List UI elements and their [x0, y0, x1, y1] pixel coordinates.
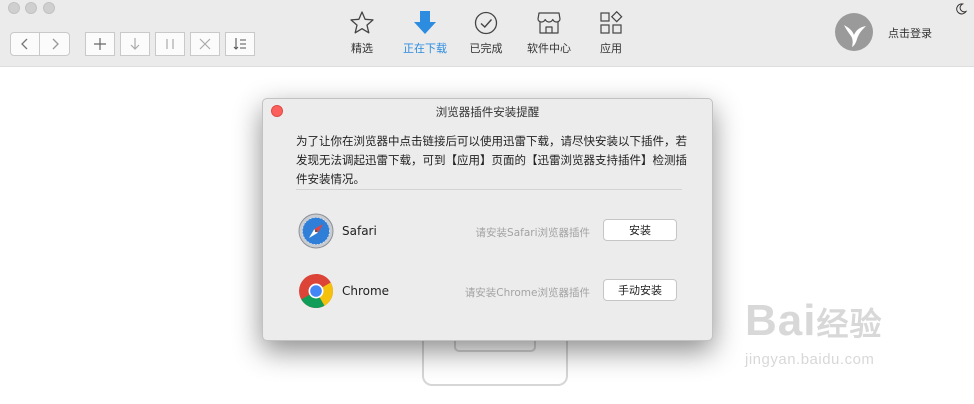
- manual-install-chrome-button[interactable]: 手动安装: [603, 279, 677, 301]
- watermark-latin: Bai: [745, 296, 817, 345]
- arrow-down-icon: [130, 38, 140, 50]
- dialog-title: 浏览器插件安装提醒: [435, 105, 540, 119]
- plus-icon: [94, 38, 106, 50]
- close-icon: [199, 38, 211, 50]
- plugin-install-dialog: 浏览器插件安装提醒 为了让你在浏览器中点击链接后可以使用迅雷下载，请尽快安装以下…: [262, 98, 713, 341]
- tab-downloading-label: 正在下载: [403, 42, 447, 55]
- chrome-icon: [299, 274, 333, 308]
- tab-completed[interactable]: 已完成: [454, 10, 518, 60]
- tab-apps[interactable]: 应用: [579, 10, 643, 60]
- tab-featured[interactable]: 精选: [330, 10, 394, 60]
- tab-downloading[interactable]: 正在下载: [393, 10, 457, 60]
- watermark: Bai经验 jingyan.baidu.com: [745, 298, 945, 388]
- apps-grid-icon: [600, 10, 623, 34]
- download-arrow-icon: [414, 11, 436, 34]
- delete-button[interactable]: [190, 32, 220, 56]
- pause-icon: [166, 39, 174, 49]
- watermark-logo: Bai经验: [745, 298, 945, 347]
- moon-icon[interactable]: [955, 3, 967, 15]
- dialog-divider: [296, 189, 682, 190]
- sort-list-button[interactable]: [225, 32, 255, 56]
- plugin-row-chrome: Chrome 请安装Chrome浏览器插件 手动安装: [296, 272, 682, 312]
- forward-button[interactable]: [40, 32, 70, 56]
- tab-software-center-label: 软件中心: [527, 42, 571, 55]
- store-icon: [537, 12, 561, 34]
- new-task-button[interactable]: [85, 32, 115, 56]
- window-minimize-button[interactable]: [25, 2, 37, 14]
- history-nav-group: [10, 32, 70, 56]
- dialog-message: 为了让你在浏览器中点击链接后可以使用迅雷下载，请尽快安装以下插件，若发现无法调起…: [296, 134, 687, 186]
- bird-logo-icon: [844, 25, 866, 47]
- plugin-hint-chrome: 请安装Chrome浏览器插件: [464, 287, 590, 299]
- avatar[interactable]: [835, 13, 873, 51]
- tab-apps-label: 应用: [600, 42, 622, 55]
- chevron-right-icon: [52, 38, 59, 50]
- toolbar: 精选 正在下载 已完成 软件中心 应用 点击登录: [0, 0, 974, 67]
- window-close-button[interactable]: [8, 2, 20, 14]
- tab-featured-label: 精选: [351, 42, 373, 55]
- tab-software-center[interactable]: 软件中心: [517, 10, 581, 60]
- plugin-hint-safari: 请安装Safari浏览器插件: [475, 227, 590, 239]
- pause-button[interactable]: [155, 32, 185, 56]
- watermark-cn: 经验: [816, 306, 883, 342]
- install-safari-button[interactable]: 安装: [603, 219, 677, 241]
- sort-list-icon: [233, 38, 246, 50]
- window-zoom-button[interactable]: [43, 2, 55, 14]
- safari-icon: [298, 213, 334, 249]
- watermark-url: jingyan.baidu.com: [745, 351, 875, 368]
- star-icon: [350, 11, 374, 34]
- chevron-left-icon: [21, 38, 28, 50]
- back-button[interactable]: [10, 32, 40, 56]
- check-circle-icon: [474, 11, 498, 35]
- login-link[interactable]: 点击登录: [888, 25, 932, 41]
- tab-completed-label: 已完成: [469, 42, 503, 55]
- plugin-name-safari: Safari: [342, 224, 377, 238]
- task-actions-group: [85, 32, 255, 56]
- plugin-name-chrome: Chrome: [342, 284, 390, 298]
- start-download-button[interactable]: [120, 32, 150, 56]
- plugin-row-safari: Safari 请安装Safari浏览器插件 安装: [296, 212, 682, 252]
